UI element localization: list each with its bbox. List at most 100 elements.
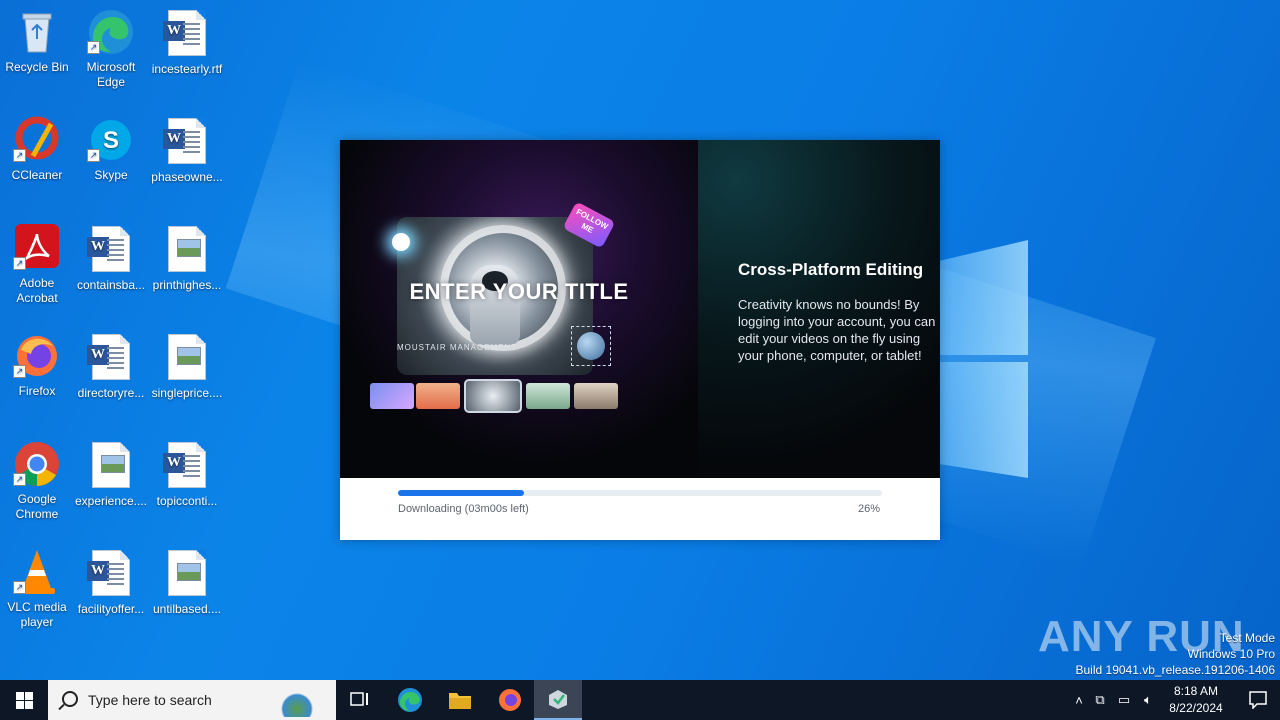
taskbar-file-explorer-button[interactable] — [436, 680, 484, 720]
skype-icon: S ↗ — [87, 116, 135, 164]
image-file-icon — [163, 334, 211, 382]
desktop-icon-file[interactable]: W incestearly.rtf — [150, 8, 224, 77]
installer-icon — [549, 690, 567, 709]
desktop-icon-label: experience.... — [74, 494, 148, 508]
ccleaner-icon: ↗ — [13, 116, 61, 164]
desktop-icon-file[interactable]: printhighes... — [150, 224, 224, 293]
desktop-icon-label: facilityoffer... — [77, 602, 145, 616]
desktop-icon-file[interactable]: singleprice.... — [150, 332, 224, 401]
clock-date: 8/22/2024 — [1169, 701, 1223, 715]
desktop-icon-vlc[interactable]: ↗ VLC media player — [0, 548, 74, 630]
desktop-icon-label: Firefox — [18, 384, 56, 398]
build-text: Build 19041.vb_release.191206-1406 — [1075, 663, 1276, 677]
taskbar-clock[interactable]: 8:18 AM 8/22/2024 — [1162, 683, 1230, 717]
firefox-icon: ↗ — [13, 332, 61, 380]
sparkle-icon — [392, 233, 410, 251]
desktop-icon-file[interactable]: W phaseowne... — [150, 116, 224, 185]
thumbnail — [416, 383, 460, 409]
taskbar-firefox-button[interactable] — [486, 680, 534, 720]
edge-icon: ↗ — [87, 8, 135, 56]
feature-heading: Cross-Platform Editing — [738, 260, 924, 279]
desktop-icon-ccleaner[interactable]: ↗ CCleaner — [0, 116, 74, 183]
thumbnail — [574, 383, 618, 409]
desktop-icon-label: containsba... — [76, 278, 146, 292]
word-doc-icon: W — [163, 10, 211, 58]
volume-icon[interactable]: 🔈︎ — [1136, 692, 1160, 708]
planet-sticker — [571, 326, 611, 366]
download-percent-text: 26% — [857, 503, 880, 515]
wallpaper-windows-logo — [940, 240, 1030, 480]
svg-text:S: S — [103, 127, 119, 154]
device-icon[interactable]: ⧉ — [1088, 692, 1112, 708]
chevron-up-icon[interactable]: ˄ — [1070, 693, 1088, 708]
desktop-icon-label: CCleaner — [11, 168, 63, 182]
image-file-icon — [87, 442, 135, 490]
edge-icon — [398, 688, 422, 712]
image-file-icon — [163, 226, 211, 274]
thumbnail — [526, 383, 570, 409]
desktop-icon-firefox[interactable]: ↗ Firefox — [0, 332, 74, 399]
desktop-icon-adobe-acrobat[interactable]: ↗ Adobe Acrobat — [0, 224, 74, 306]
action-center-button[interactable] — [1236, 680, 1280, 720]
task-view-icon — [350, 692, 368, 706]
file-explorer-icon — [449, 693, 471, 709]
word-doc-icon: W — [163, 442, 211, 490]
search-placeholder: Type here to search — [88, 692, 212, 708]
recycle-bin-icon — [13, 8, 61, 56]
word-doc-icon: W — [87, 226, 135, 274]
desktop-icon-file[interactable]: W topicconti... — [150, 440, 224, 509]
desktop-icon-recycle-bin[interactable]: Recycle Bin — [0, 8, 74, 75]
notification-icon — [1249, 691, 1267, 709]
installer-hero-banner: FOLLOW ME ENTER YOUR TITLE MOUSTAIR MANA… — [340, 140, 940, 478]
desktop-icon-skype[interactable]: S ↗ Skype — [74, 116, 148, 183]
system-tray: ˄ ⧉ ▭ 🔈︎ — [1070, 680, 1160, 720]
thumbnail — [370, 383, 414, 409]
download-progress-bar — [398, 490, 882, 496]
taskbar-installer-button[interactable] — [534, 680, 582, 720]
download-status-text: Downloading (03m00s left) — [398, 503, 529, 515]
thumbnail-selected — [464, 379, 522, 413]
desktop-icon-label: phaseowne... — [151, 170, 223, 184]
desktop-icon-label: printhighes... — [152, 278, 222, 292]
taskbar: Type here to search ˄ ⧉ ▭ 🔈︎ 8:18 AM 8/2… — [0, 680, 1280, 720]
template-subtitle-text: MOUSTAIR MANAGEMENT — [397, 343, 518, 352]
test-mode-text: Test Mode — [1219, 631, 1275, 645]
taskbar-search-box[interactable]: Type here to search — [48, 680, 336, 720]
chrome-icon: ↗ — [13, 440, 61, 488]
desktop-icon-label: Recycle Bin — [5, 60, 69, 74]
template-title-text: ENTER YOUR TITLE — [409, 279, 629, 304]
desktop-icon-file[interactable]: W containsba... — [74, 224, 148, 293]
task-view-button[interactable] — [336, 680, 384, 720]
windows-edition-text: Windows 10 Pro — [1187, 647, 1275, 661]
desktop-icon-google-chrome[interactable]: ↗ Google Chrome — [0, 440, 74, 522]
desktop-icon-file[interactable]: experience.... — [74, 440, 148, 509]
desktop-icon-label: directoryre... — [77, 386, 145, 400]
desktop-icon-label: Adobe Acrobat — [16, 276, 58, 305]
start-button[interactable] — [0, 680, 48, 720]
desktop-icon-microsoft-edge[interactable]: ↗ Microsoft Edge — [74, 8, 148, 90]
firefox-icon — [499, 689, 521, 711]
acrobat-icon: ↗ — [13, 224, 61, 272]
word-doc-icon: W — [163, 118, 211, 166]
desktop-icon-label: Skype — [94, 168, 128, 182]
installer-window[interactable]: FOLLOW ME ENTER YOUR TITLE MOUSTAIR MANA… — [340, 140, 940, 540]
word-doc-icon: W — [87, 334, 135, 382]
vlc-icon: ↗ — [13, 548, 61, 596]
desktop-icon-label: VLC media player — [7, 600, 67, 629]
search-highlight-art — [262, 683, 332, 717]
search-icon — [62, 691, 78, 707]
system-info-watermark: Test Mode Windows 10 Pro Build 19041.vb_… — [1076, 630, 1276, 678]
image-file-icon — [163, 550, 211, 598]
desktop-icon-label: Google Chrome — [15, 492, 59, 521]
clock-time: 8:18 AM — [1173, 684, 1219, 698]
desktop-icon-label: incestearly.rtf — [151, 62, 223, 76]
desktop-icon-label: singleprice.... — [151, 386, 223, 400]
desktop-icon-file[interactable]: W directoryre... — [74, 332, 148, 401]
desktop-icon-file[interactable]: untilbased.... — [150, 548, 224, 617]
desktop-icon-label: Microsoft Edge — [86, 60, 136, 89]
network-icon[interactable]: ▭ — [1112, 692, 1136, 708]
desktop-icon-file[interactable]: W facilityoffer... — [74, 548, 148, 617]
word-doc-icon: W — [87, 550, 135, 598]
planet-icon — [577, 332, 605, 360]
taskbar-edge-button[interactable] — [386, 680, 434, 720]
